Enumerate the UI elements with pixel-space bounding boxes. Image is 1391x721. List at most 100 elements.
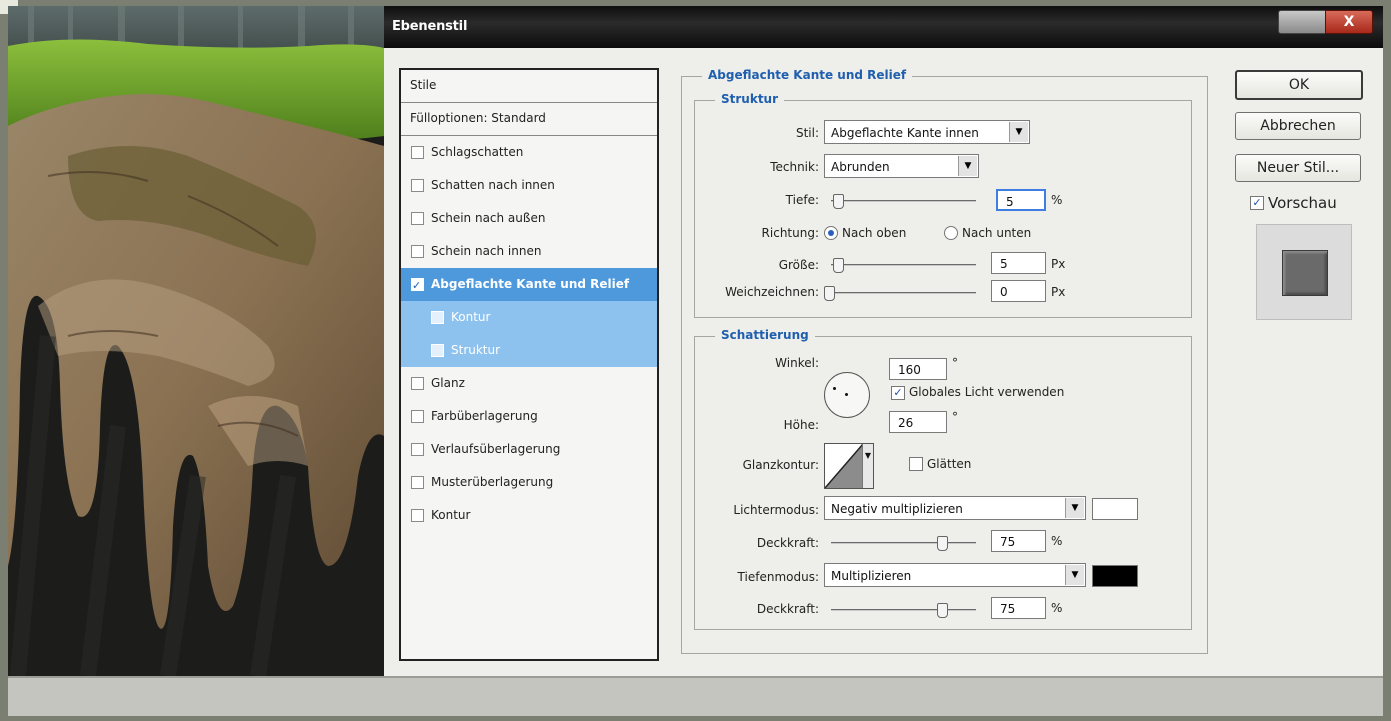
- blend-options-item[interactable]: Fülloptionen: Standard: [401, 103, 657, 136]
- checkbox-icon[interactable]: [411, 443, 424, 456]
- style-item-color-overlay[interactable]: Farbüberlagerung: [401, 400, 657, 433]
- frame-left-edge: [0, 0, 8, 721]
- styles-header[interactable]: Stile: [401, 70, 657, 103]
- altitude-input[interactable]: 26: [889, 411, 947, 433]
- angle-unit: °: [952, 356, 958, 370]
- shadow-opacity-slider[interactable]: [831, 603, 976, 618]
- style-item-drop-shadow[interactable]: Schlagschatten: [401, 136, 657, 169]
- anti-alias-label[interactable]: Glätten: [927, 457, 971, 471]
- preview-checkbox[interactable]: ✓: [1250, 196, 1264, 210]
- slider-thumb[interactable]: [824, 286, 835, 301]
- checkbox-icon[interactable]: [431, 344, 444, 357]
- size-input[interactable]: 5: [991, 252, 1046, 274]
- minimize-button[interactable]: [1278, 10, 1326, 34]
- shadow-color-swatch[interactable]: [1092, 565, 1138, 587]
- bevel-section-title: Abgeflachte Kante und Relief: [702, 68, 913, 82]
- gloss-contour-picker[interactable]: ▼: [824, 443, 874, 489]
- checkbox-icon[interactable]: [431, 311, 444, 324]
- soften-label: Weichzeichnen:: [725, 285, 819, 299]
- canvas-artwork[interactable]: [8, 6, 384, 676]
- shadow-mode-label: Tiefenmodus:: [737, 570, 819, 584]
- style-item-label: Schein nach außen: [431, 211, 546, 225]
- soften-input[interactable]: 0: [991, 280, 1046, 302]
- shadow-opacity-unit: %: [1051, 601, 1063, 615]
- checkbox-icon[interactable]: [411, 410, 424, 423]
- depth-input[interactable]: 5: [996, 189, 1046, 211]
- chevron-down-icon: ▼: [1065, 498, 1084, 518]
- style-item-gradient-overlay[interactable]: Verlaufsüberlagerung: [401, 433, 657, 466]
- close-button[interactable]: X: [1325, 10, 1373, 34]
- checkbox-icon[interactable]: [411, 476, 424, 489]
- shadow-mode-select[interactable]: Multiplizieren ▼: [824, 563, 1086, 587]
- style-item-outer-glow[interactable]: Schein nach außen: [401, 202, 657, 235]
- altitude-unit: °: [952, 410, 958, 424]
- highlight-mode-label: Lichtermodus:: [733, 503, 819, 517]
- technique-value: Abrunden: [831, 160, 890, 174]
- global-light-checkbox[interactable]: ✓: [891, 386, 905, 400]
- depth-slider[interactable]: [831, 194, 976, 209]
- style-item-label: Schatten nach innen: [431, 178, 555, 192]
- checkbox-icon[interactable]: [411, 377, 424, 390]
- dialog-titlebar[interactable]: Ebenenstil X: [384, 6, 1383, 48]
- contour-curve-icon: [825, 444, 864, 488]
- checkbox-icon[interactable]: [411, 146, 424, 159]
- direction-down-label[interactable]: Nach unten: [962, 226, 1031, 240]
- highlight-mode-select[interactable]: Negativ multiplizieren ▼: [824, 496, 1086, 520]
- bevel-style-select[interactable]: Abgeflachte Kante innen ▼: [824, 120, 1030, 144]
- highlight-opacity-input[interactable]: 75: [991, 530, 1046, 552]
- angle-dial[interactable]: [824, 372, 870, 418]
- slider-thumb[interactable]: [833, 194, 844, 209]
- bevel-style-value: Abgeflachte Kante innen: [831, 126, 979, 140]
- style-item-inner-shadow[interactable]: Schatten nach innen: [401, 169, 657, 202]
- ok-button[interactable]: OK: [1235, 70, 1363, 100]
- dial-center-icon: [845, 393, 848, 396]
- checkbox-icon[interactable]: [411, 212, 424, 225]
- style-item-label: Kontur: [431, 508, 471, 522]
- style-item-label: Schlagschatten: [431, 145, 524, 159]
- chevron-down-icon: ▼: [1009, 122, 1028, 142]
- slider-thumb[interactable]: [937, 603, 948, 618]
- slider-thumb[interactable]: [937, 536, 948, 551]
- dial-pointer-icon: [833, 387, 836, 390]
- shadow-opacity-input[interactable]: 75: [991, 597, 1046, 619]
- style-item-label: Musterüberlagerung: [431, 475, 554, 489]
- soften-slider[interactable]: [824, 286, 976, 301]
- highlight-opacity-unit: %: [1051, 534, 1063, 548]
- highlight-opacity-slider[interactable]: [831, 536, 976, 551]
- angle-label: Winkel:: [775, 356, 819, 370]
- angle-input[interactable]: 160: [889, 358, 947, 380]
- style-item-pattern-overlay[interactable]: Musterüberlagerung: [401, 466, 657, 499]
- slider-track: [831, 609, 976, 611]
- checkbox-icon[interactable]: [411, 245, 424, 258]
- style-item-label: Struktur: [451, 343, 501, 357]
- direction-up-radio[interactable]: [824, 226, 838, 240]
- chevron-down-icon: ▼: [1065, 565, 1084, 585]
- style-item-inner-glow[interactable]: Schein nach innen: [401, 235, 657, 268]
- size-label: Größe:: [778, 258, 819, 272]
- gloss-contour-label: Glanzkontur:: [742, 458, 819, 472]
- new-style-button[interactable]: Neuer Stil...: [1235, 154, 1361, 182]
- global-light-label[interactable]: Globales Licht verwenden: [909, 385, 1064, 399]
- size-unit: Px: [1051, 257, 1066, 271]
- anti-alias-checkbox[interactable]: [909, 457, 923, 471]
- slider-thumb[interactable]: [833, 258, 844, 273]
- style-item-stroke[interactable]: Kontur: [401, 499, 657, 532]
- direction-up-label[interactable]: Nach oben: [842, 226, 906, 240]
- checkbox-icon[interactable]: [411, 509, 424, 522]
- style-subitem-contour[interactable]: Kontur: [401, 301, 657, 334]
- preview-label[interactable]: Vorschau: [1268, 194, 1337, 212]
- size-slider[interactable]: [831, 258, 976, 273]
- structure-title: Struktur: [715, 92, 785, 106]
- cancel-button[interactable]: Abbrechen: [1235, 112, 1361, 140]
- highlight-mode-value: Negativ multiplizieren: [831, 502, 963, 516]
- checkbox-checked-icon[interactable]: [411, 269, 424, 302]
- highlight-color-swatch[interactable]: [1092, 498, 1138, 520]
- style-subitem-texture[interactable]: Struktur: [401, 334, 657, 367]
- direction-down-radio[interactable]: [944, 226, 958, 240]
- style-item-bevel-emboss[interactable]: Abgeflachte Kante und Relief: [401, 268, 657, 302]
- shadow-mode-value: Multiplizieren: [831, 569, 912, 583]
- altitude-label: Höhe:: [783, 418, 819, 432]
- technique-select[interactable]: Abrunden ▼: [824, 154, 979, 178]
- style-item-satin[interactable]: Glanz: [401, 367, 657, 400]
- checkbox-icon[interactable]: [411, 179, 424, 192]
